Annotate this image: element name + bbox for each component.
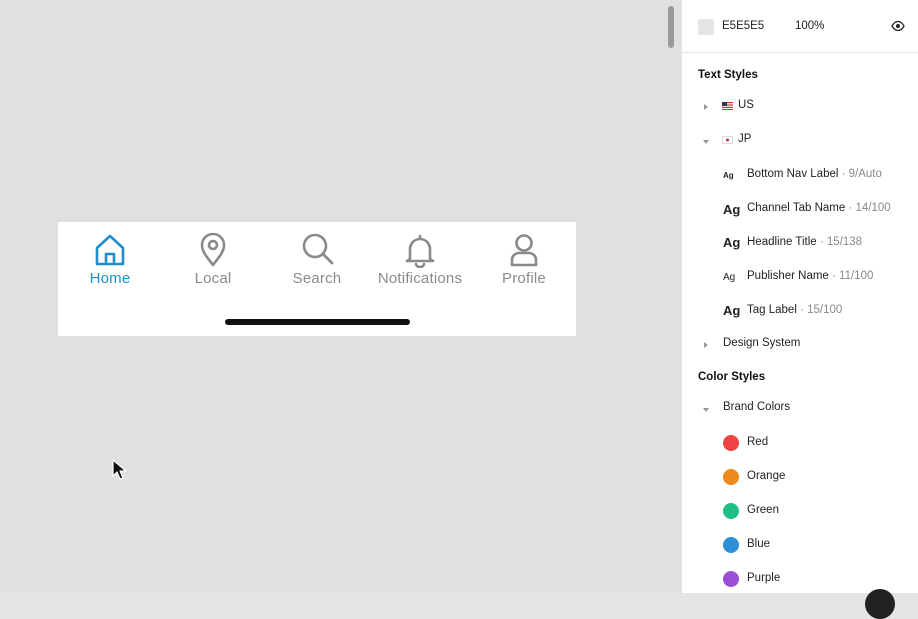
nav-label-profile: Profile [502,270,546,287]
color-style-item[interactable]: Blue [682,532,918,560]
text-style-label: Publisher Name · 11/100 [747,270,874,282]
user-icon [510,234,538,267]
mouse-cursor-icon [112,459,127,480]
color-styles-heading: Color Styles [698,371,766,383]
color-swatch [723,503,739,519]
nav-label-search: Search [292,270,342,287]
fill-opacity-value[interactable]: 100% [795,20,824,32]
home-icon [95,234,125,266]
text-style-item[interactable]: Ag Bottom Nav Label · 9/Auto [682,162,918,190]
nav-item-local[interactable]: Local [161,232,265,287]
text-style-item[interactable]: Ag Tag Label · 15/100 [682,298,918,326]
color-style-label: Blue [747,538,771,550]
color-swatch [723,469,739,485]
nav-item-profile[interactable]: Profile [472,232,576,287]
color-style-item[interactable]: Red [682,430,918,458]
us-flag-icon [722,102,733,110]
color-swatch [723,571,739,587]
color-swatch [723,435,739,451]
group-label-us: US [738,99,754,111]
text-style-item[interactable]: Ag Channel Tab Name · 14/100 [682,196,918,224]
text-style-preview-icon: Ag [723,235,741,250]
nav-item-home[interactable]: Home [58,232,162,287]
color-swatch [723,537,739,553]
color-style-group-brand[interactable]: Brand Colors [682,396,918,424]
nav-label-home: Home [89,270,131,287]
group-label-jp: JP [738,133,752,145]
design-panel: E5E5E5 100% Text Styles US JP Ag Bottom … [681,0,918,619]
jp-flag-icon [722,136,733,144]
design-canvas[interactable]: Home Local Search Notifications Profile [0,0,681,593]
help-button[interactable] [865,589,895,619]
group-label-design-system: Design System [723,337,801,349]
color-style-item[interactable]: Green [682,498,918,526]
search-icon [302,233,334,265]
text-style-label: Tag Label · 15/100 [747,304,843,316]
fill-swatch[interactable] [698,19,714,35]
color-style-label: Red [747,436,769,448]
color-style-label: Purple [747,572,781,584]
nav-item-notifications[interactable]: Notifications [368,232,472,287]
canvas-scrollbar[interactable] [668,6,674,48]
color-style-label: Orange [747,470,786,482]
fill-hex-value[interactable]: E5E5E5 [722,20,764,32]
text-style-group-jp[interactable]: JP [682,128,918,156]
home-indicator [225,319,410,325]
caret-right-icon[interactable] [704,104,708,110]
text-style-item[interactable]: Ag Headline Title · 15/138 [682,230,918,258]
color-style-item[interactable]: Orange [682,464,918,492]
caret-down-icon[interactable] [703,140,709,144]
text-style-preview-icon: Ag [723,171,734,180]
group-label-brand-colors: Brand Colors [723,401,791,413]
text-style-label: Headline Title · 15/138 [747,236,863,248]
color-style-label: Green [747,504,779,516]
bottom-nav-frame[interactable]: Home Local Search Notifications Profile [58,222,576,336]
eye-icon[interactable] [891,20,905,32]
text-styles-heading: Text Styles [698,69,758,81]
text-style-label: Bottom Nav Label · 9/Auto [747,168,882,180]
text-style-group-design-system[interactable]: Design System [682,332,918,360]
caret-right-icon[interactable] [704,342,708,348]
nav-item-search[interactable]: Search [265,232,369,287]
text-style-preview-icon: Ag [723,303,741,318]
nav-label-notifications: Notifications [377,270,463,287]
text-style-preview-icon: Ag [723,272,736,283]
caret-down-icon[interactable] [703,408,709,412]
text-style-label: Channel Tab Name · 14/100 [747,202,891,214]
nav-label-local: Local [194,270,232,287]
location-pin-icon [200,232,226,267]
fill-row[interactable]: E5E5E5 100% [682,0,918,53]
text-style-item[interactable]: Ag Publisher Name · 11/100 [682,264,918,292]
bell-icon [405,234,435,268]
text-style-preview-icon: Ag [723,202,741,217]
text-style-group-us[interactable]: US [682,94,918,122]
